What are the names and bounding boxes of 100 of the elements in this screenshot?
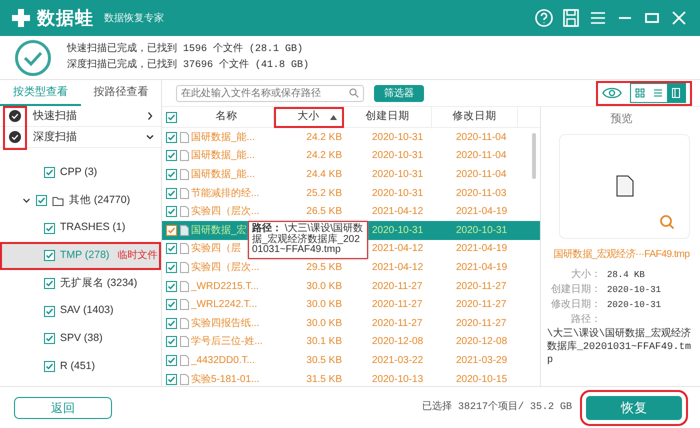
checked-checkbox[interactable] [44, 333, 55, 344]
checked-checkbox[interactable] [44, 222, 55, 234]
modified-date: 2020-10-31 [456, 224, 508, 236]
modified-date: 2020-11-04 [456, 168, 506, 180]
tree-item[interactable]: 无扩展名 (3234) [0, 270, 161, 298]
back-button[interactable]: 返回 [14, 396, 112, 418]
checked-checkbox[interactable] [44, 361, 55, 372]
file-name[interactable]: 学号后三位-姓... [191, 334, 263, 350]
file-size: 24.4 KB [306, 168, 342, 180]
file-icon [180, 150, 189, 162]
file-name[interactable]: 节能减排的经... [191, 186, 260, 201]
chevron-down-icon[interactable] [22, 196, 31, 206]
file-icon [180, 299, 189, 310]
file-icon [180, 354, 189, 366]
tree-item[interactable]: 其他 (24770) [0, 186, 161, 214]
property-label: 大小： [570, 268, 602, 282]
save-icon[interactable] [560, 7, 582, 29]
property-value: 28.4 KB [607, 268, 645, 282]
checked-checkbox[interactable] [166, 168, 176, 180]
tree-item[interactable]: R (451) [0, 352, 161, 380]
checked-checkbox[interactable] [44, 278, 55, 290]
checked-checkbox[interactable] [166, 354, 176, 366]
file-name[interactable]: _4432DD0.T... [191, 352, 255, 368]
scrollbar-thumb[interactable] [532, 133, 536, 179]
tree-item[interactable]: SAV (1403) [0, 297, 161, 326]
checked-checkbox[interactable] [44, 167, 55, 178]
checked-checkbox[interactable] [166, 280, 176, 292]
created-date: 2020-12-08 [372, 336, 424, 348]
column-header[interactable]: 名称 [180, 106, 274, 128]
checked-checkbox[interactable] [166, 243, 176, 254]
checked-checkbox[interactable] [166, 112, 176, 122]
file-size: 24.2 KB [306, 132, 342, 143]
file-icon [180, 188, 189, 199]
file-icon [180, 262, 189, 273]
tree-item[interactable]: TMP (278) 临时文件 [0, 242, 161, 270]
file-name[interactable]: 实验四报告纸... [191, 316, 260, 331]
checked-checkbox[interactable] [166, 262, 176, 273]
detail-view-button[interactable] [667, 84, 685, 102]
checked-checkbox[interactable] [166, 188, 176, 199]
column-header[interactable]: 大小 [274, 106, 344, 128]
file-name[interactable]: _WRL2242.T... [191, 297, 258, 312]
checked-checkbox[interactable] [166, 374, 176, 385]
recover-button[interactable]: 恢复 [586, 396, 682, 420]
file-size: 30.5 KB [306, 354, 342, 366]
column-header[interactable]: 创建日期 [344, 106, 432, 128]
zoom-icon[interactable] [659, 214, 675, 230]
file-name[interactable]: 实验四（层 [191, 241, 241, 256]
file-name[interactable]: 国研数据_能... [191, 166, 255, 182]
folder-icon [52, 196, 64, 206]
created-date: 2021-04-12 [372, 206, 424, 218]
modified-date: 2021-04-19 [456, 243, 508, 254]
checked-checkbox[interactable] [166, 318, 176, 329]
scan-mode-item[interactable]: 深度扫描 [0, 127, 161, 148]
search-icon [349, 88, 359, 98]
column-header[interactable]: 修改日期 [432, 106, 518, 128]
checked-checkbox[interactable] [166, 299, 176, 310]
file-name[interactable]: _WRD2215.T... [191, 278, 259, 294]
file-icon [180, 374, 189, 385]
scan-mode-item[interactable]: 快速扫描 [0, 106, 161, 127]
file-name[interactable]: 实验四（层次... [191, 204, 260, 220]
checked-checkbox[interactable] [166, 336, 176, 348]
file-icon [180, 336, 189, 348]
created-date: 2020-11-27 [372, 318, 422, 329]
tree-item[interactable]: TRASHES (1) [0, 214, 161, 242]
file-name[interactable]: 实验5-181-01... [191, 372, 260, 387]
created-date: 2020-10-31 [372, 224, 424, 236]
scan-summary-text: 快速扫描已完成，已找到 1596 个文件 (28.1 GB) [67, 42, 304, 56]
filter-button[interactable]: 筛选器 [374, 84, 424, 102]
file-name[interactable]: 国研数据_能... [191, 130, 255, 145]
checked-checkbox[interactable] [44, 306, 55, 317]
file-icon [180, 280, 189, 292]
search-field[interactable]: 在此处输入文件名称或保存路径 [176, 84, 364, 102]
file-size: 31.5 KB [306, 374, 342, 385]
file-name[interactable]: 国研数据_宏 [191, 222, 247, 238]
file-name[interactable]: 国研数据_能... [191, 148, 255, 164]
created-date: 2020-11-27 [372, 299, 422, 310]
help-icon[interactable] [533, 7, 555, 29]
checked-checkbox[interactable] [166, 206, 176, 218]
eye-icon[interactable] [602, 87, 622, 99]
modified-date: 2020-10-15 [456, 374, 508, 385]
tree-item[interactable]: CPP (3) [0, 159, 161, 187]
checked-checkbox[interactable] [166, 150, 176, 162]
modified-date: 2020-11-04 [456, 132, 506, 143]
columns-icon [671, 88, 681, 98]
view-tab[interactable]: 按路径查看 [80, 80, 161, 106]
annotation-text: 临时文件 [117, 248, 158, 264]
checked-checkbox[interactable] [36, 195, 47, 206]
checked-checkbox[interactable] [166, 132, 176, 143]
file-icon [180, 132, 189, 143]
tree-item[interactable]: SPV (38) [0, 325, 161, 353]
file-name[interactable]: 实验四（层次... [191, 260, 260, 275]
modified-date: 2020-12-08 [456, 336, 508, 348]
checked-checkbox[interactable] [44, 250, 55, 262]
check-circle-icon [9, 110, 21, 122]
property-label: 创建日期： [550, 282, 602, 298]
modified-date: 2021-04-19 [456, 206, 508, 218]
modified-date: 2020-11-27 [456, 280, 506, 292]
view-tab[interactable]: 按类型查看 [0, 80, 80, 106]
checked-checkbox[interactable] [166, 224, 176, 236]
property-label: 路径： [570, 313, 602, 328]
